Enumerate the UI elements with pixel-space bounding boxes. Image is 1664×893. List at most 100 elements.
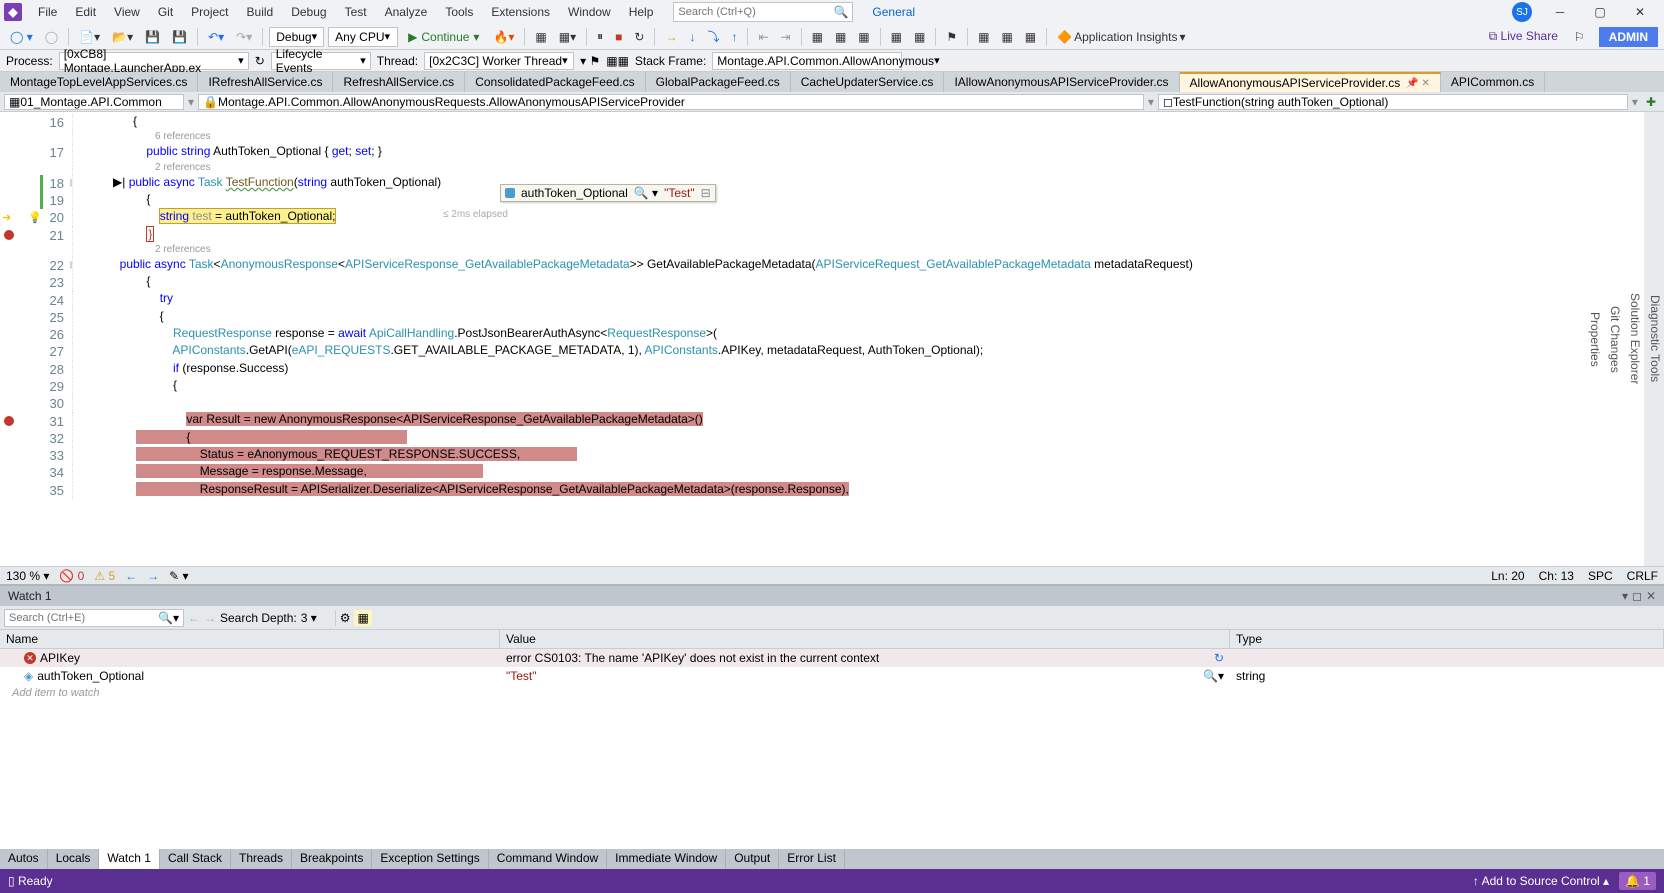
step-into-icon[interactable]: ↓ xyxy=(685,28,699,46)
notifications[interactable]: 🔔 1 xyxy=(1619,872,1656,890)
watch-ic1[interactable]: ⚙ xyxy=(340,611,351,625)
thread-dropdown[interactable]: [0x2C3C] Worker Thread ▾ xyxy=(424,52,574,70)
nav-next-icon[interactable]: → xyxy=(147,569,159,583)
panel-properties[interactable]: Properties xyxy=(1586,306,1604,373)
feedback-icon[interactable]: ⚐ xyxy=(1570,28,1589,46)
nav-back-icon[interactable]: ◯ ▾ xyxy=(6,28,37,46)
platform-dropdown[interactable]: Any CPU ▾ xyxy=(328,27,398,47)
step-out-icon[interactable]: ↑ xyxy=(727,28,741,46)
tool-tab-breakpoints[interactable]: Breakpoints xyxy=(292,849,372,869)
ic7[interactable]: ▦ xyxy=(997,28,1016,46)
menu-extensions[interactable]: Extensions xyxy=(483,2,558,22)
watch-row[interactable]: ✕APIKeyerror CS0103: The name 'APIKey' d… xyxy=(0,649,1664,667)
menu-view[interactable]: View xyxy=(106,2,148,22)
refresh-icon[interactable]: ↻ xyxy=(1214,651,1224,665)
proc-icon[interactable]: ▦ xyxy=(531,28,550,46)
menu-debug[interactable]: Debug xyxy=(283,2,334,22)
panel-git-changes[interactable]: Git Changes xyxy=(1606,300,1624,379)
restart-icon[interactable]: ↻ xyxy=(630,28,648,46)
col-value[interactable]: Value xyxy=(500,630,1230,648)
menu-git[interactable]: Git xyxy=(150,2,181,22)
tab-close-icon[interactable]: 📌 ✕ xyxy=(1406,78,1430,89)
menu-file[interactable]: File xyxy=(30,2,65,22)
text-visualizer-icon[interactable]: 🔍▾ xyxy=(1203,669,1224,683)
ic4[interactable]: ▦ xyxy=(887,28,906,46)
flag-thread-icon[interactable]: ▾ ⚑ xyxy=(580,54,600,68)
tab-iallowanonymousapiserviceprovider-cs[interactable]: IAllowAnonymousAPIServiceProvider.cs xyxy=(944,72,1179,92)
nav-fwd-icon[interactable]: ◯ xyxy=(41,28,62,46)
tab-montagetoplevelappservices-cs[interactable]: MontageTopLevelAppServices.cs xyxy=(0,72,198,92)
continue-button[interactable]: ▶ Continue ▾ xyxy=(402,28,485,46)
col-type[interactable]: Type xyxy=(1230,630,1664,648)
insights-dropdown[interactable]: 🔶 Application Insights ▾ xyxy=(1053,28,1189,46)
watch-close-icon[interactable]: ✕ xyxy=(1646,589,1656,603)
step-back-icon[interactable]: ⇤ xyxy=(754,28,772,46)
flag-icon[interactable]: ⚑ xyxy=(942,28,961,46)
filter-icon[interactable]: ✎ ▾ xyxy=(169,569,188,583)
line-ending[interactable]: CRLF xyxy=(1627,569,1658,583)
watch-search[interactable]: 🔍▾ xyxy=(4,609,184,627)
tool-tab-locals[interactable]: Locals xyxy=(48,849,100,869)
nav-project[interactable]: ▦ 01_Montage.API.Common xyxy=(4,94,184,110)
stack-icon[interactable]: ▦▦ xyxy=(606,54,629,68)
tab-refreshallservice-cs[interactable]: RefreshAllService.cs xyxy=(333,72,465,92)
depth-dropdown[interactable]: 3 ▾ xyxy=(301,611,331,625)
watch-dropdown-icon[interactable]: ▾ xyxy=(1622,589,1628,603)
live-share-button[interactable]: ⧉ Live Share xyxy=(1489,29,1558,44)
panel-solution-explorer[interactable]: Solution Explorer xyxy=(1626,287,1644,390)
tab-irefreshallservice-cs[interactable]: IRefreshAllService.cs xyxy=(198,72,333,92)
error-count[interactable]: 🚫 0 xyxy=(59,569,84,583)
tool-tab-exception-settings[interactable]: Exception Settings xyxy=(372,849,488,869)
nav-member[interactable]: ◻ TestFunction(string authToken_Optional… xyxy=(1158,94,1628,110)
user-avatar[interactable]: SJ xyxy=(1512,2,1532,22)
watch-nav-back[interactable]: ← xyxy=(188,611,200,625)
warning-count[interactable]: ⚠ 5 xyxy=(94,569,115,583)
save-icon[interactable]: 💾 xyxy=(141,28,164,46)
indent-mode[interactable]: SPC xyxy=(1588,569,1613,583)
quick-search[interactable]: 🔍 xyxy=(673,2,853,22)
watch-pin-icon[interactable]: ◻ xyxy=(1632,589,1642,603)
data-tip[interactable]: authToken_Optional 🔍 ▾ "Test" ⊟ xyxy=(500,184,716,202)
tool-tab-autos[interactable]: Autos xyxy=(0,849,48,869)
menu-edit[interactable]: Edit xyxy=(67,2,104,22)
pin-icon[interactable]: ⊟ xyxy=(701,186,711,200)
nav-type[interactable]: 🔒 Montage.API.Common.AllowAnonymousReque… xyxy=(198,94,1144,110)
minimize-button[interactable]: ─ xyxy=(1540,1,1580,23)
panel-diagnostic-tools[interactable]: Diagnostic Tools xyxy=(1646,289,1664,388)
process-dropdown[interactable]: [0xCB8] Montage.LauncherApp.ex ▾ xyxy=(59,52,249,70)
add-source-control[interactable]: ↑ Add to Source Control ▴ xyxy=(1473,874,1609,888)
tool-tab-command-window[interactable]: Command Window xyxy=(489,849,607,869)
general-badge[interactable]: General xyxy=(861,2,926,22)
step-over-icon[interactable]: ⤵ xyxy=(703,26,723,47)
cycle-icon[interactable]: ↻ xyxy=(255,54,265,68)
menu-help[interactable]: Help xyxy=(621,2,662,22)
ic5[interactable]: ▦ xyxy=(910,28,929,46)
stop-icon[interactable]: ■ xyxy=(611,28,626,46)
gutter[interactable]: 1617⊟1819➜💡2021⊟222324252627282930313233… xyxy=(0,112,72,566)
ic1[interactable]: ▦ xyxy=(808,28,827,46)
ic6[interactable]: ▦ xyxy=(974,28,993,46)
save-all-icon[interactable]: 💾 xyxy=(168,28,191,46)
watch-search-input[interactable] xyxy=(9,612,158,624)
menu-window[interactable]: Window xyxy=(560,2,619,22)
hot-reload-icon[interactable]: 🔥▾ xyxy=(489,28,518,46)
menu-analyze[interactable]: Analyze xyxy=(377,2,436,22)
maximize-button[interactable]: ▢ xyxy=(1580,1,1620,23)
watch-nav-fwd[interactable]: → xyxy=(204,611,216,625)
tab-consolidatedpackagefeed-cs[interactable]: ConsolidatedPackageFeed.cs xyxy=(465,72,645,92)
menu-build[interactable]: Build xyxy=(239,2,282,22)
show-next-icon[interactable]: → xyxy=(661,28,681,46)
watch-row[interactable]: ◈authToken_Optional"Test"🔍▾string xyxy=(0,667,1664,685)
col-name[interactable]: Name xyxy=(0,630,500,648)
zoom-dropdown[interactable]: 130 % ▾ xyxy=(6,569,49,583)
tool-tab-watch-1[interactable]: Watch 1 xyxy=(99,849,160,869)
ic8[interactable]: ▦ xyxy=(1021,28,1040,46)
tool-tab-output[interactable]: Output xyxy=(726,849,779,869)
tab-allowanonymousapiserviceprovider-cs[interactable]: AllowAnonymousAPIServiceProvider.cs📌 ✕ xyxy=(1180,72,1441,92)
tool-tab-threads[interactable]: Threads xyxy=(231,849,292,869)
undo-icon[interactable]: ↶▾ xyxy=(204,28,228,46)
watch-ic2[interactable]: ▦ xyxy=(354,610,371,626)
ic2[interactable]: ▦ xyxy=(831,28,850,46)
tool-tab-immediate-window[interactable]: Immediate Window xyxy=(607,849,726,869)
magnifier-icon[interactable]: 🔍 ▾ xyxy=(634,186,658,200)
